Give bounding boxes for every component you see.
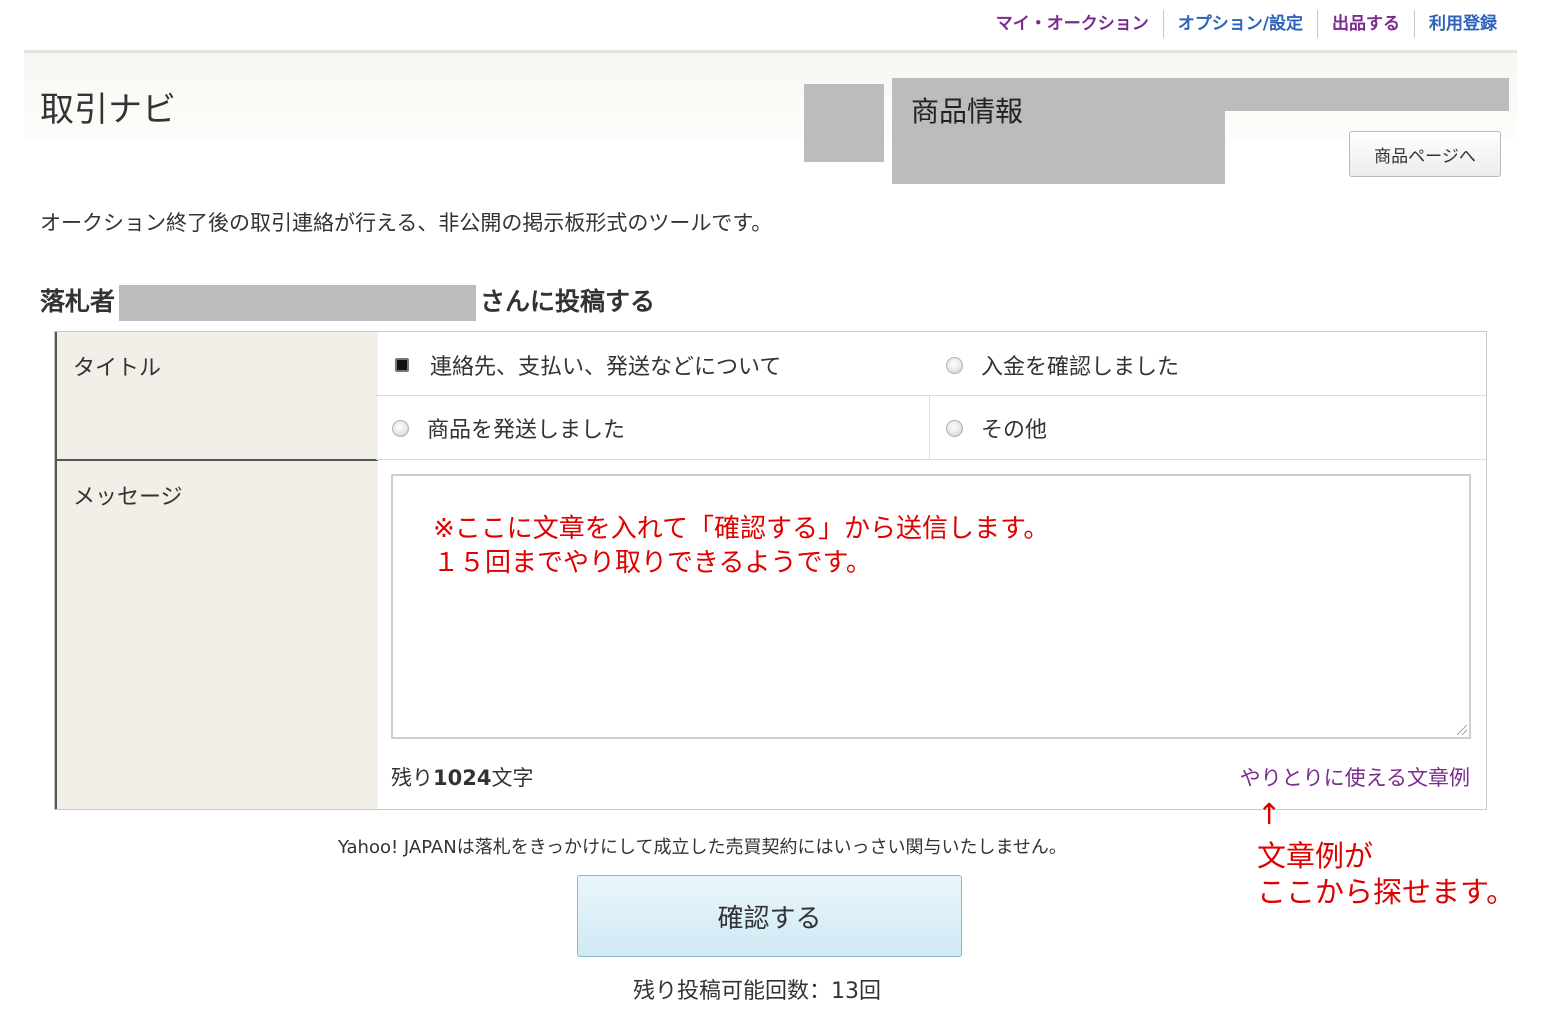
radio-icon[interactable] <box>946 419 963 437</box>
radio-checked-icon[interactable] <box>395 358 409 372</box>
option-column-divider <box>929 396 930 459</box>
option-label: 入金を確認しました <box>981 355 1180 380</box>
option-label: 商品を発送しました <box>427 418 626 443</box>
annotation-text: 文章例が ここから探せます。 <box>1257 838 1515 910</box>
message-text-line: ※ここに文章を入れて「確認する」から送信します。 <box>433 514 1050 544</box>
redacted-winner-name <box>119 285 477 321</box>
remaining-characters: 残り1024文字 <box>391 762 533 792</box>
annotation-line: 文章例が <box>1257 839 1374 873</box>
remaining-posts-count: 残り投稿可能回数：13回 <box>633 979 881 1004</box>
page-description: オークション終了後の取引連絡が行える、非公開の掲示板形式のツールです。 <box>40 211 773 235</box>
message-label-cell: メッセージ <box>55 461 378 809</box>
user-registration-link[interactable]: 利用登録 <box>1415 10 1511 38</box>
radio-icon[interactable] <box>392 419 409 437</box>
message-text-line: １５回までやり取りできるようです。 <box>433 548 872 578</box>
title-option-other[interactable]: その他 <box>946 412 1047 444</box>
option-label: その他 <box>981 418 1048 443</box>
remaining-count: 1024 <box>433 766 492 790</box>
resize-grip-icon[interactable] <box>1457 725 1467 735</box>
title-option-contact[interactable]: 連絡先、支払い、発送などについて <box>395 349 781 381</box>
post-suffix: さんに投稿する <box>480 287 656 316</box>
options-settings-link[interactable]: オプション/設定 <box>1164 10 1317 38</box>
page-title: 取引ナビ <box>40 90 176 130</box>
item-info-heading: 商品情報 <box>911 95 1024 128</box>
remaining-suffix: 文字 <box>491 766 534 790</box>
annotation-line: ここから探せます。 <box>1257 875 1516 909</box>
option-row-divider <box>376 395 1486 396</box>
title-option-shipped[interactable]: 商品を発送しました <box>392 412 625 444</box>
item-page-button[interactable]: 商品ページへ <box>1349 131 1501 177</box>
winner-label: 落札者 <box>40 287 116 316</box>
post-heading: 落札者 さんに投稿する <box>40 282 655 321</box>
redacted-item-thumbnail <box>804 84 884 162</box>
sell-link[interactable]: 出品する <box>1318 10 1414 38</box>
title-option-payment-confirmed[interactable]: 入金を確認しました <box>946 349 1179 381</box>
confirm-button[interactable]: 確認する <box>577 875 962 957</box>
disclaimer-text: Yahoo! JAPANは落札をきっかけにして成立した売買契約にはいっさい関与い… <box>338 837 1067 858</box>
section-divider <box>376 459 1486 460</box>
title-label-cell: タイトル <box>55 332 378 461</box>
message-label: メッセージ <box>73 485 183 510</box>
message-form: タイトル メッセージ 連絡先、支払い、発送などについて 入金を確認しました 商品… <box>54 331 1487 810</box>
title-label: タイトル <box>73 356 162 381</box>
message-examples-link[interactable]: やりとりに使える文章例 <box>1240 762 1470 792</box>
radio-icon[interactable] <box>946 356 963 374</box>
top-navigation: マイ・オークション オプション/設定 出品する 利用登録 <box>982 10 1511 38</box>
my-auction-link[interactable]: マイ・オークション <box>982 10 1163 38</box>
option-label: 連絡先、支払い、発送などについて <box>430 355 782 380</box>
remaining-prefix: 残り <box>391 766 433 790</box>
message-textarea[interactable]: ※ここに文章を入れて「確認する」から送信します。 １５回までやり取りできるようで… <box>391 474 1471 739</box>
annotation-arrow-icon: ↑ <box>1257 797 1282 831</box>
